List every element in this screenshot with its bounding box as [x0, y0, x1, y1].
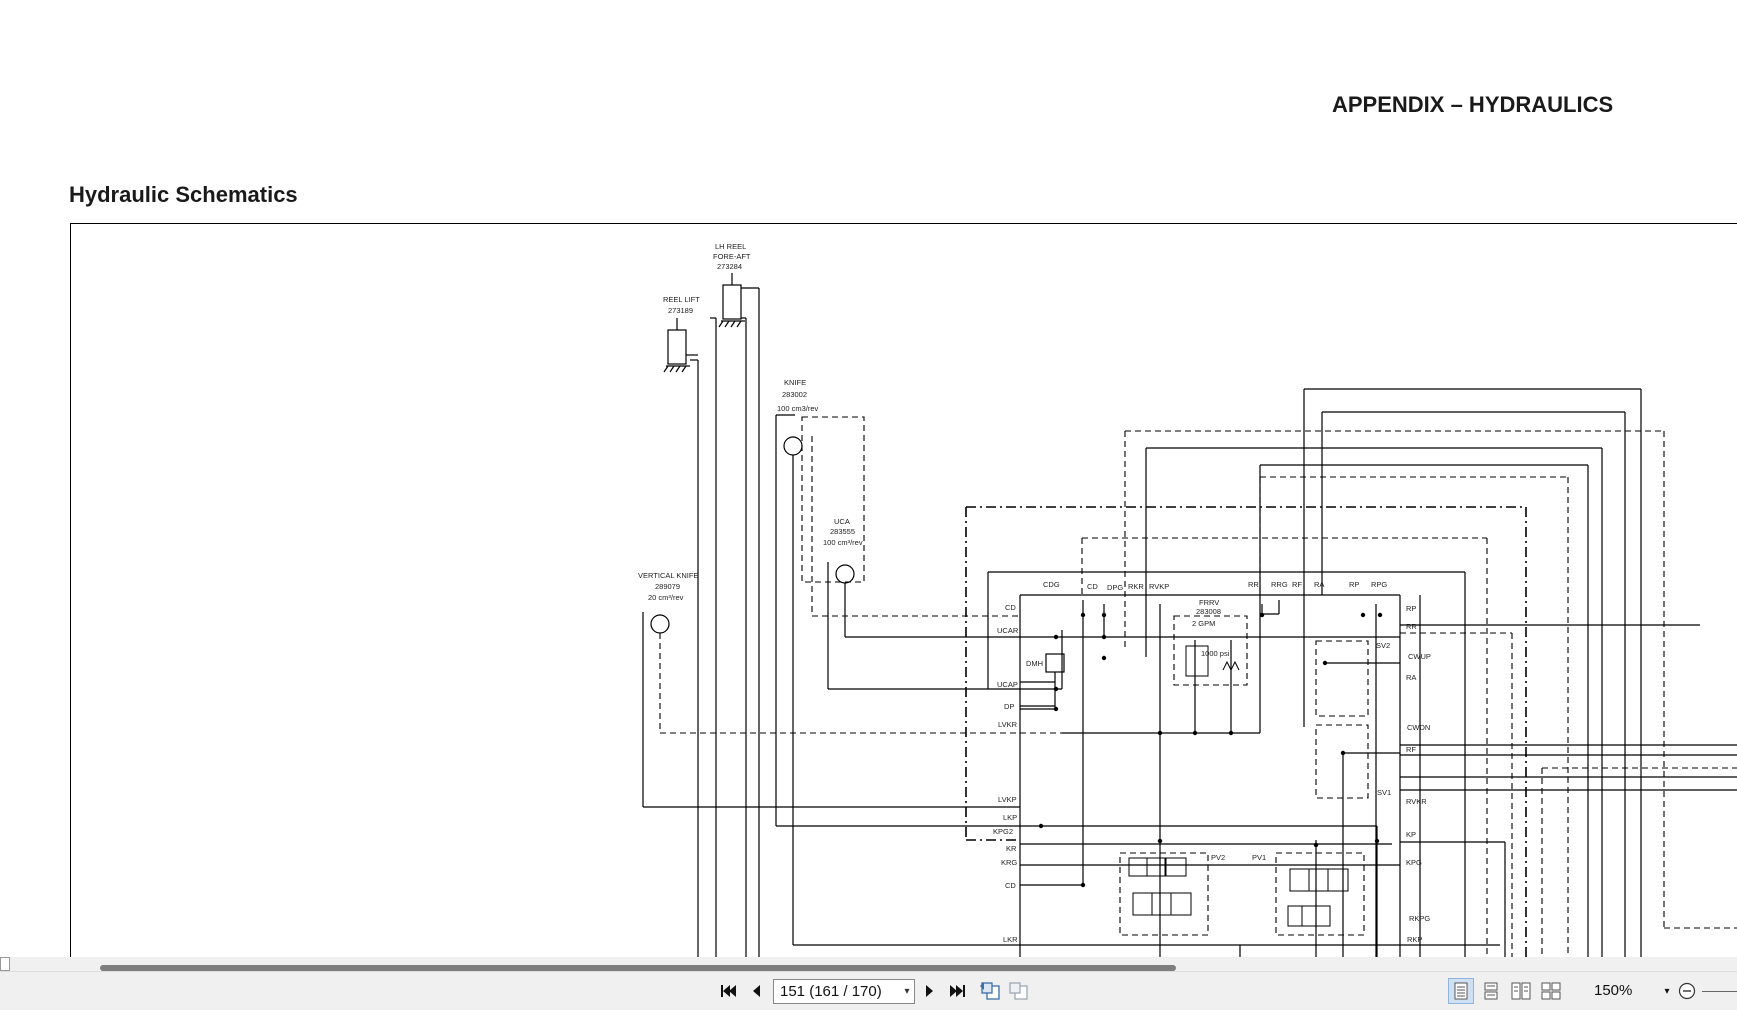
port-right-label: RP [1406, 604, 1416, 613]
hydraulic-schematic: LH REEL FORE-AFT 273284 REEL LIFT 273189… [638, 242, 1737, 957]
go-back-view-button[interactable] [978, 978, 1002, 1004]
frrv-pressure: 1000 psi [1201, 649, 1230, 658]
facing-pages-icon [1511, 982, 1531, 1000]
port-left-label: LVKP [998, 795, 1017, 804]
knife-part: 283002 [782, 390, 807, 399]
port-top-label: DPG [1107, 583, 1123, 592]
uca-part: 283555 [830, 527, 855, 536]
previous-view-icon [980, 982, 1000, 1000]
sv1-label: SV1 [1377, 788, 1391, 797]
document-page: APPENDIX – HYDRAULICS Hydraulic Schemati… [0, 0, 1737, 957]
port-top-label: RF [1292, 580, 1302, 589]
port-right-label: KP [1406, 830, 1416, 839]
zoom-out-button[interactable] [1676, 978, 1698, 1004]
page-number-input[interactable] [774, 982, 900, 1001]
facing-view-button[interactable] [1508, 978, 1534, 1004]
port-right-label: RKP [1407, 935, 1422, 944]
port-top-label: RRG [1271, 580, 1288, 589]
reel-lift-label: REEL LIFT [663, 295, 700, 304]
zoom-level[interactable]: 150% [1594, 982, 1632, 999]
port-top-label: RP [1349, 580, 1359, 589]
pv2-label: PV2 [1211, 853, 1225, 862]
uca-label: UCA [834, 517, 850, 526]
port-left-label: KRG [1001, 858, 1017, 867]
knife-disp: 100 cm3/rev [777, 404, 819, 413]
zoom-slider[interactable] [1702, 991, 1737, 992]
pv1-label: PV1 [1252, 853, 1266, 862]
next-page-icon [926, 985, 933, 997]
zoom-dropdown-chevron-icon[interactable]: ▾ [1660, 978, 1674, 1004]
frrv-flow: 2 GPM [1192, 619, 1215, 628]
vertical-knife-disp: 20 cm³/rev [648, 593, 684, 602]
uca-disp: 100 cm³/rev [823, 538, 863, 547]
lh-reel-part: 273284 [717, 262, 742, 271]
port-right-label: RKPG [1409, 914, 1430, 923]
page-number-field[interactable]: ▾ [773, 979, 915, 1004]
previous-page-icon [753, 985, 760, 997]
port-top-label: RPG [1371, 580, 1387, 589]
port-top-label: RR [1248, 580, 1259, 589]
port-left-label: UCAR [997, 626, 1019, 635]
knife-label: KNIFE [784, 378, 806, 387]
last-page-icon [950, 985, 965, 997]
continuous-facing-view-button[interactable] [1538, 978, 1564, 1004]
port-left-label: LKR [1003, 935, 1018, 944]
port-right-label: CWUP [1408, 652, 1431, 661]
scroll-left-arrow[interactable] [0, 957, 10, 971]
zoom-out-icon [1678, 982, 1696, 1000]
dmh-label: DMH [1026, 659, 1043, 668]
port-top-label: RA [1314, 580, 1324, 589]
port-right-label: RF [1406, 745, 1416, 754]
port-top-label: CDG [1043, 580, 1060, 589]
next-page-button[interactable] [918, 978, 942, 1004]
port-right-label: KPG [1406, 858, 1422, 867]
reel-lift-part: 273189 [668, 306, 693, 315]
frrv-label: FRRV [1199, 598, 1219, 607]
sv2-label: SV2 [1376, 641, 1390, 650]
continuous-facing-icon [1541, 982, 1561, 1000]
port-left-label: CD [1005, 881, 1016, 890]
single-page-view-button[interactable] [1448, 978, 1474, 1004]
lh-reel-label: LH REEL [715, 242, 746, 251]
go-forward-view-button[interactable] [1006, 978, 1030, 1004]
port-top-label: RKR [1128, 582, 1144, 591]
previous-page-button[interactable] [744, 978, 768, 1004]
continuous-view-button[interactable] [1478, 978, 1504, 1004]
port-left-label: UCAP [997, 680, 1018, 689]
port-right-label: RA [1406, 673, 1416, 682]
port-left-label: DP [1004, 702, 1014, 711]
port-right-label: RR [1406, 622, 1417, 631]
frrv-part: 283008 [1196, 607, 1221, 616]
port-left-label: LKP [1003, 813, 1017, 822]
first-page-button[interactable] [716, 978, 740, 1004]
continuous-view-icon [1484, 982, 1498, 1000]
first-page-icon [721, 985, 736, 997]
lh-reel-label-2: FORE-AFT [713, 252, 751, 261]
next-view-icon [1009, 982, 1028, 1000]
page-dropdown-chevron-icon[interactable]: ▾ [900, 986, 914, 997]
port-left-label: KPG2 [993, 827, 1013, 836]
port-right-label: RVKR [1406, 797, 1427, 806]
vertical-knife-part: 289079 [655, 582, 680, 591]
single-page-view-icon [1454, 982, 1468, 1000]
last-page-button[interactable] [946, 978, 970, 1004]
port-right-label: CWDN [1407, 723, 1430, 732]
vertical-knife-label: VERTICAL KNIFE [638, 571, 698, 580]
port-left-label: LVKR [998, 720, 1018, 729]
port-top-label: CD [1087, 582, 1098, 591]
port-left-label: KR [1006, 844, 1017, 853]
port-left-label: CD [1005, 603, 1016, 612]
port-top-label: RVKP [1149, 582, 1169, 591]
